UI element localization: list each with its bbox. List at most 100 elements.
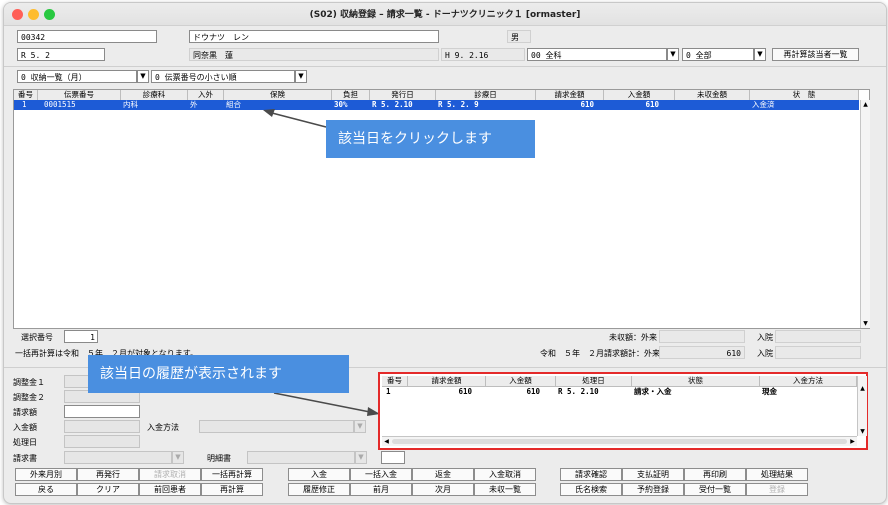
type-select[interactable]: 0 全部 [682,48,754,61]
title-bar: (S02) 収納登録 – 請求一覧 - ドーナツクリニック１ [ormaster… [4,3,886,26]
invoice-select[interactable] [64,451,172,464]
outpatient-monthly-button[interactable]: 外来月別 [15,468,77,481]
col-header-insurance[interactable]: 保険 [224,90,332,100]
patient-birthdate: H 9. 2.16 [441,48,525,61]
cell-burden: 30% [334,100,348,109]
list-type-dropdown-icon[interactable]: ▼ [137,70,149,83]
cell-uncollected [675,100,750,110]
col-header-burden[interactable]: 負担 [332,90,370,100]
history-scroll-down-icon[interactable]: ▼ [858,427,867,436]
history-scroll-right-icon[interactable]: ▶ [848,437,857,446]
invoice-label: 請求書 [13,454,37,463]
payment-certificate-button[interactable]: 支払証明 [622,468,684,481]
statement-dropdown-icon[interactable]: ▼ [355,451,367,464]
cancel-payment-button[interactable]: 入金取消 [474,468,536,481]
cell-visit-date[interactable]: R 5. 2. 9 [436,100,536,110]
col-header-status[interactable]: 状 態 [750,90,859,100]
payment-method-dropdown-icon[interactable]: ▼ [354,420,366,433]
history-horizontal-scrollbar[interactable]: ◀ ▶ [382,436,857,446]
history-scroll-up-icon[interactable]: ▲ [858,384,867,393]
cell-status: 入金済 [752,100,775,109]
refund-button[interactable]: 返金 [412,468,474,481]
payment-method-select[interactable] [199,420,354,433]
cancel-billing-button[interactable]: 請求取消 [139,468,201,481]
type-dropdown-icon[interactable]: ▼ [754,48,766,61]
monthly-billed-label: 令和 ５年 ２月請求額計：外来 [540,349,660,358]
billing-table-scrollbar[interactable]: ▲ ▼ [860,100,870,328]
table-row[interactable]: 1 0001515 内科 外 組合 30% R 5. 2.10 R 5. 2. … [14,100,859,110]
cell-number: 1 [22,100,27,109]
bulk-payment-button[interactable]: 一括入金 [350,468,412,481]
history-scroll-left-icon[interactable]: ◀ [382,437,391,446]
patient-id-field[interactable]: 00342 [17,30,157,43]
select-number-field[interactable]: 1 [64,330,98,343]
department-dropdown-icon[interactable]: ▼ [667,48,679,61]
previous-month-button[interactable]: 前月 [350,483,412,496]
back-button[interactable]: 戻る [15,483,77,496]
invoice-dropdown-icon[interactable]: ▼ [172,451,184,464]
sort-order-select[interactable]: 0 伝票番号の小さい順 [151,70,295,83]
statement-select[interactable] [247,451,355,464]
reservation-button[interactable]: 予約登録 [622,483,684,496]
hist-col-billed[interactable]: 請求金額 [408,376,486,386]
recalc-button[interactable]: 再計算 [201,483,263,496]
next-month-button[interactable]: 次月 [412,483,474,496]
reissue-button[interactable]: 再発行 [77,468,139,481]
cell-department: 内科 [123,100,138,109]
billing-month-field[interactable]: R 5. 2 [17,48,105,61]
select-number-label: 選択番号 [21,333,53,342]
col-header-billed[interactable]: 請求金額 [536,90,604,100]
clear-button[interactable]: クリア [77,483,139,496]
history-row[interactable]: 1 610 610 R 5. 2.10 請求・入金 現金 [382,387,857,397]
uncollected-list-button[interactable]: 未収一覧 [474,483,536,496]
history-scroll-thumb[interactable] [392,439,847,444]
history-vertical-scrollbar[interactable]: ▲ ▼ [857,376,867,436]
col-header-in-out[interactable]: 入外 [188,90,224,100]
adjustment-2-label: 調整金２ [13,393,45,402]
department-select[interactable]: 00 全科 [527,48,667,61]
hist-col-number[interactable]: 番号 [382,376,408,386]
col-header-uncollected[interactable]: 未収金額 [675,90,750,100]
name-search-button[interactable]: 氏名検索 [560,483,622,496]
hist-col-status[interactable]: 状態 [632,376,760,386]
col-header-slip-number[interactable]: 伝票番号 [38,90,121,100]
arrow-to-history [273,392,371,413]
small-entry-field[interactable] [381,451,405,464]
patient-sex-field: 男 [507,30,531,43]
billing-confirm-button[interactable]: 請求確認 [560,468,622,481]
uncollected-inpatient-value [775,330,861,343]
received-amount-field[interactable] [64,420,140,433]
inpatient-label-1: 入院 [757,333,773,342]
sort-order-dropdown-icon[interactable]: ▼ [295,70,307,83]
col-header-visit-date[interactable]: 診療日 [436,90,536,100]
cell-insurance: 組合 [226,100,241,109]
cell-billed: 610 [580,100,594,109]
history-edit-button[interactable]: 履歴修正 [288,483,350,496]
billed-amount-field[interactable] [64,405,140,418]
col-header-received[interactable]: 入金額 [604,90,675,100]
monthly-inpatient-value [775,346,861,359]
col-header-department[interactable]: 診療科 [121,90,188,100]
process-date-label: 処理日 [13,438,37,447]
scroll-up-icon[interactable]: ▲ [861,100,870,109]
payment-button[interactable]: 入金 [288,468,350,481]
register-button[interactable]: 登録 [746,483,808,496]
col-header-issue-date[interactable]: 発行日 [370,90,436,100]
previous-patient-button[interactable]: 前回患者 [139,483,201,496]
hist-col-process-date[interactable]: 処理日 [556,376,632,386]
scroll-down-icon[interactable]: ▼ [861,319,870,328]
hist-col-received[interactable]: 入金額 [486,376,556,386]
hist-col-pay-method[interactable]: 入金方法 [760,376,857,386]
cell-in-out: 外 [190,100,198,109]
recalc-target-list-button[interactable]: 再計算該当者一覧 [772,48,859,61]
bulk-recalc-button[interactable]: 一括再計算 [201,468,263,481]
header-divider [4,66,886,67]
list-type-select[interactable]: 0 収納一覧（月） [17,70,137,83]
process-result-button[interactable]: 処理結果 [746,468,808,481]
process-date-field[interactable] [64,435,140,448]
col-header-number[interactable]: 番号 [14,90,38,100]
reception-list-button[interactable]: 受付一覧 [684,483,746,496]
hist-cell-pay-method: 現金 [762,387,777,396]
patient-kana-field: ドウナツ レン [189,30,439,43]
reprint-button[interactable]: 再印刷 [684,468,746,481]
